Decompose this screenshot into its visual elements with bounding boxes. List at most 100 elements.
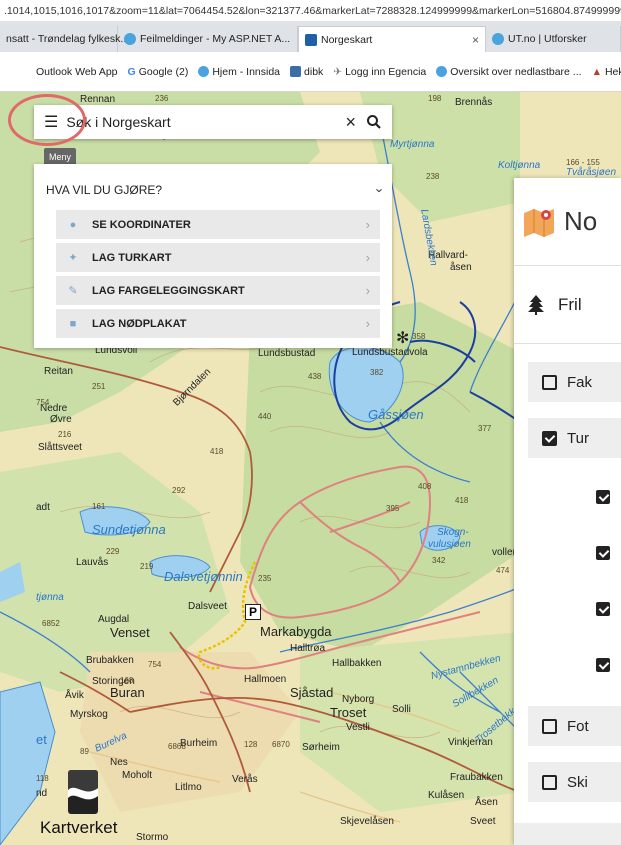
map-logo-icon xyxy=(522,205,556,239)
chevron-right-icon: › xyxy=(365,217,370,232)
fav-outlook[interactable]: Outlook Web App xyxy=(36,66,118,78)
place-label: åsen xyxy=(450,262,472,273)
height-label: 229 xyxy=(106,547,120,556)
highlight-circle xyxy=(8,94,86,146)
checkbox[interactable] xyxy=(542,718,557,734)
height-label: 292 xyxy=(172,486,186,495)
google-icon: G xyxy=(127,65,136,78)
action-lag-nodplakat[interactable]: ■ LAG NØDPLAKAT › xyxy=(56,309,380,338)
height-label: 236 xyxy=(155,94,169,103)
tab-trondelag[interactable]: nsatt - Trøndelag fylkesk... xyxy=(0,26,129,52)
layer-fot[interactable]: Fot xyxy=(528,706,621,746)
dibk-icon xyxy=(290,66,302,77)
tab-feilmeldinger[interactable]: Feilmeldinger - My ASP.NET A... xyxy=(118,26,298,52)
layer-section-fri[interactable]: Fril xyxy=(514,266,621,344)
place-label: Sundetjønna xyxy=(92,522,166,537)
favorites-bar: Outlook Web App G Google (2) Hjem - Inns… xyxy=(0,52,621,92)
address-bar[interactable]: .1014,1015,1016,1017&zoom=11&lat=7064454… xyxy=(0,0,621,22)
hiker-icon: ✦ xyxy=(68,252,78,264)
layer-tur[interactable]: Tur xyxy=(528,418,621,458)
fav-label: Hekla v xyxy=(604,65,621,78)
place-label: tjønna xyxy=(36,592,64,603)
height-label: 754 xyxy=(148,660,162,669)
tab-norgeskart[interactable]: Norgeskart × xyxy=(298,26,486,52)
checkbox[interactable] xyxy=(542,374,557,390)
norgeskart-icon xyxy=(305,33,317,46)
place-label: Dalsvetjønnin xyxy=(164,569,243,584)
fav-nedlastbare[interactable]: Oversikt over nedlastbare ... xyxy=(436,65,582,78)
checkbox[interactable] xyxy=(542,774,557,790)
kartverket-text: Kartverket xyxy=(40,818,118,837)
height-label: 6852 xyxy=(42,619,60,628)
place-label: Myrskog xyxy=(70,709,108,720)
checkbox[interactable] xyxy=(542,430,557,446)
fav-egencia[interactable]: ✈ Logg inn Egencia xyxy=(333,66,426,78)
layer-panel-title: No xyxy=(564,206,598,236)
height-label: 238 xyxy=(426,172,440,181)
plane-icon: ✈ xyxy=(333,65,343,78)
fav-dibk[interactable]: dibk xyxy=(290,66,323,78)
place-label: Halltrøa xyxy=(290,643,326,654)
ambulance-icon: ■ xyxy=(69,317,77,330)
height-label: 168 xyxy=(120,676,134,685)
height-label: 6870 xyxy=(272,740,290,749)
height-label: 128 xyxy=(244,740,258,749)
height-label: 418 xyxy=(210,447,224,456)
clear-icon[interactable]: × xyxy=(345,112,356,133)
sub-layer-checkbox[interactable] xyxy=(596,658,610,672)
layer-fak[interactable]: Fak xyxy=(528,362,621,402)
height-label: 216 xyxy=(58,430,72,439)
height-label: 6868 xyxy=(168,742,186,751)
place-label: Koltjønna xyxy=(498,160,541,171)
tab-ut-no[interactable]: UT.no | Utforsker xyxy=(486,26,621,52)
place-label: Litlmo xyxy=(175,782,202,793)
search-input[interactable] xyxy=(66,114,346,130)
sub-layer-checkbox[interactable] xyxy=(596,602,610,616)
kartverket-logo: Kartverket xyxy=(40,770,140,840)
close-tab-icon[interactable]: × xyxy=(462,33,479,47)
height-label: 235 xyxy=(258,574,272,583)
place-label: Reitan xyxy=(44,366,73,377)
layer-ski[interactable]: Ski xyxy=(528,762,621,802)
action-lag-turkart[interactable]: ✦ LAG TURKART › xyxy=(56,243,380,272)
tab-label: UT.no | Utforsker xyxy=(508,33,587,45)
place-label: Dalsveet xyxy=(188,601,227,612)
search-icon[interactable] xyxy=(366,114,382,130)
height-label: 342 xyxy=(432,556,446,565)
height-label: 198 xyxy=(428,94,442,103)
actions-header[interactable]: HVA VIL DU GJØRE? ‹ xyxy=(46,170,385,210)
place-label: Verås xyxy=(232,774,258,785)
fav-hekla[interactable]: ▲ Hekla v xyxy=(592,66,621,78)
tab-label: nsatt - Trøndelag fylkesk... xyxy=(6,33,130,45)
place-label: Vinkjerran xyxy=(448,737,493,748)
action-label: LAG NØDPLAKAT xyxy=(92,317,187,330)
fav-label: Oversikt over nedlastbare ... xyxy=(450,65,582,78)
fav-label: Hjem - Innsida xyxy=(212,65,281,78)
chevron-right-icon: › xyxy=(365,250,370,265)
ie-icon xyxy=(124,33,136,45)
action-lag-fargeleggingskart[interactable]: ✎ LAG FARGELEGGINGSKART › xyxy=(56,276,380,305)
kartverket-mark-icon xyxy=(68,770,98,814)
place-label: Nyborg xyxy=(342,694,375,705)
fav-google[interactable]: G Google (2) xyxy=(128,66,189,78)
action-label: LAG FARGELEGGINGSKART xyxy=(92,284,245,297)
height-label: 166 - 155 xyxy=(566,158,600,167)
sub-layer-checkbox[interactable] xyxy=(596,546,610,560)
chevron-up-icon[interactable]: ‹ xyxy=(370,188,385,192)
place-label: vulusjøen xyxy=(428,539,471,550)
place-label: Augdal xyxy=(98,614,130,625)
height-label: 161 xyxy=(92,502,106,511)
place-label: Slåttsveet xyxy=(38,442,82,453)
place-label: Nes xyxy=(110,757,128,768)
place-label: Lauvås xyxy=(76,557,109,568)
height-label: 408 xyxy=(418,482,432,491)
fav-label: dibk xyxy=(304,65,324,78)
map-pin-icon: ● xyxy=(69,218,77,231)
place-label: Skogn- xyxy=(437,527,469,538)
sub-layer-checkbox[interactable] xyxy=(596,490,610,504)
fav-innsida[interactable]: Hjem - Innsida xyxy=(198,66,280,78)
place-label: Venset xyxy=(110,625,150,640)
action-se-koordinater[interactable]: ● SE KOORDINATER › xyxy=(56,210,380,239)
height-label: 440 xyxy=(258,412,272,421)
place-label: Buran xyxy=(110,685,145,700)
